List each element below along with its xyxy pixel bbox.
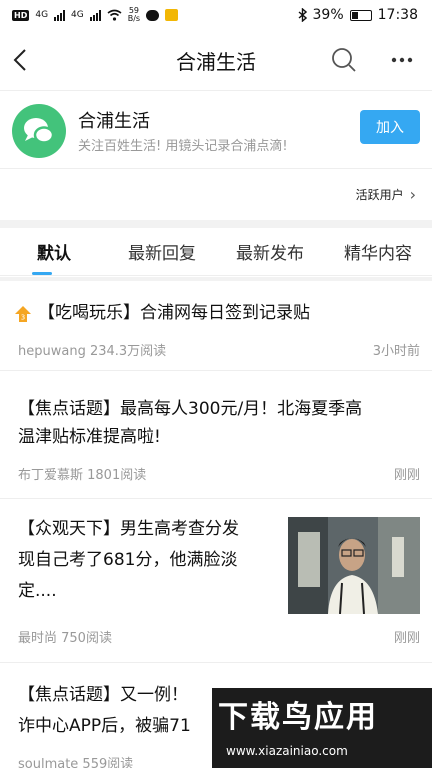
speed-unit: B/s (127, 14, 141, 23)
active-users-link[interactable]: 活跃用户 › (0, 168, 432, 220)
notes-icon (165, 9, 179, 21)
thumbnail-photo (288, 517, 420, 614)
bluetooth-icon (298, 8, 307, 22)
post-item[interactable]: 3 【吃喝玩乐】合浦网每日签到记录贴 hepuwang 234.3万阅读 3小时… (0, 281, 432, 371)
tab-latest-reply[interactable]: 最新回复 (108, 228, 216, 275)
post-title: 【吃喝玩乐】合浦网每日签到记录贴 (38, 303, 310, 323)
post-title-line-2: 温津贴标准提高啦! (18, 427, 161, 447)
network-type-1: 4G (35, 10, 49, 20)
clock: 17:38 (377, 7, 418, 23)
post-author-views: 布丁爱慕斯 1801阅读 (18, 468, 147, 483)
more-icon[interactable] (388, 46, 416, 74)
post-time: 刚刚 (393, 631, 420, 646)
back-arrow-icon[interactable] (8, 46, 36, 74)
nav-bar: 合浦生活 (0, 30, 432, 90)
post-time: 3小时前 (372, 344, 420, 359)
search-icon[interactable] (330, 46, 358, 74)
battery-icon (349, 9, 372, 21)
hd-badge: HD (12, 9, 30, 21)
signal-icon-2 (89, 9, 101, 21)
post-author-views: hepuwang 234.3万阅读 (18, 344, 167, 359)
post-title-line-2: 诈中心APP后，被骗71 (18, 716, 191, 736)
watermark-logo: 下载鸟应用 (218, 700, 378, 735)
status-bar: HD 4G 4G 59 B/s 39% 17:38 (0, 0, 432, 30)
chat-bubbles-icon (24, 118, 55, 144)
group-logo (12, 104, 66, 158)
group-description: 关注百姓生活! 用镜头记录合浦点滴! (78, 139, 288, 154)
post-title-line-1: 【众观天下】男生高考查分发 (18, 519, 239, 539)
active-users-label: 活跃用户 (355, 188, 404, 202)
network-speed: 59 B/s (128, 7, 140, 23)
section-divider (0, 220, 432, 228)
watermark-url: www.xiazainiao.com (226, 744, 348, 758)
post-title-line-1: 【焦点话题】最高每人300元/月！北海夏季高 (18, 399, 363, 419)
battery-percent: 39% (312, 7, 344, 23)
svg-text:3: 3 (21, 314, 25, 322)
post-title-line-1: 【焦点话题】又一例！ (18, 685, 188, 705)
post-title-line-3: 定.... (18, 581, 57, 601)
join-button[interactable]: 加入 (360, 110, 420, 144)
post-thumbnail[interactable] (288, 517, 420, 614)
active-tab-indicator (32, 272, 52, 275)
page-title: 合浦生活 (176, 49, 256, 74)
network-type-2: 4G (71, 10, 84, 20)
tab-featured[interactable]: 精华内容 (324, 228, 432, 275)
status-left: HD 4G 4G 59 B/s (12, 7, 179, 23)
pinned-icon: 3 (15, 306, 31, 322)
chevron-right-icon: › (409, 185, 416, 204)
post-author-views: 最时尚 750阅读 (18, 631, 112, 646)
signal-icon (54, 9, 66, 21)
post-author-views: soulmate 559阅读 (18, 757, 134, 768)
tab-default[interactable]: 默认 (0, 228, 108, 275)
tab-bar: 默认 最新回复 最新发布 精华内容 (0, 228, 432, 276)
tab-latest-post[interactable]: 最新发布 (216, 228, 324, 275)
message-icon (146, 9, 160, 21)
status-right: 39% 17:38 (298, 7, 418, 23)
group-name: 合浦生活 (78, 111, 150, 132)
post-time: 刚刚 (393, 468, 420, 483)
wifi-icon (107, 9, 122, 21)
post-title-line-2: 现自己考了681分，他满脸淡 (18, 550, 238, 570)
post-item[interactable]: 【焦点话题】最高每人300元/月！北海夏季高 温津贴标准提高啦! 布丁爱慕斯 1… (0, 371, 432, 499)
